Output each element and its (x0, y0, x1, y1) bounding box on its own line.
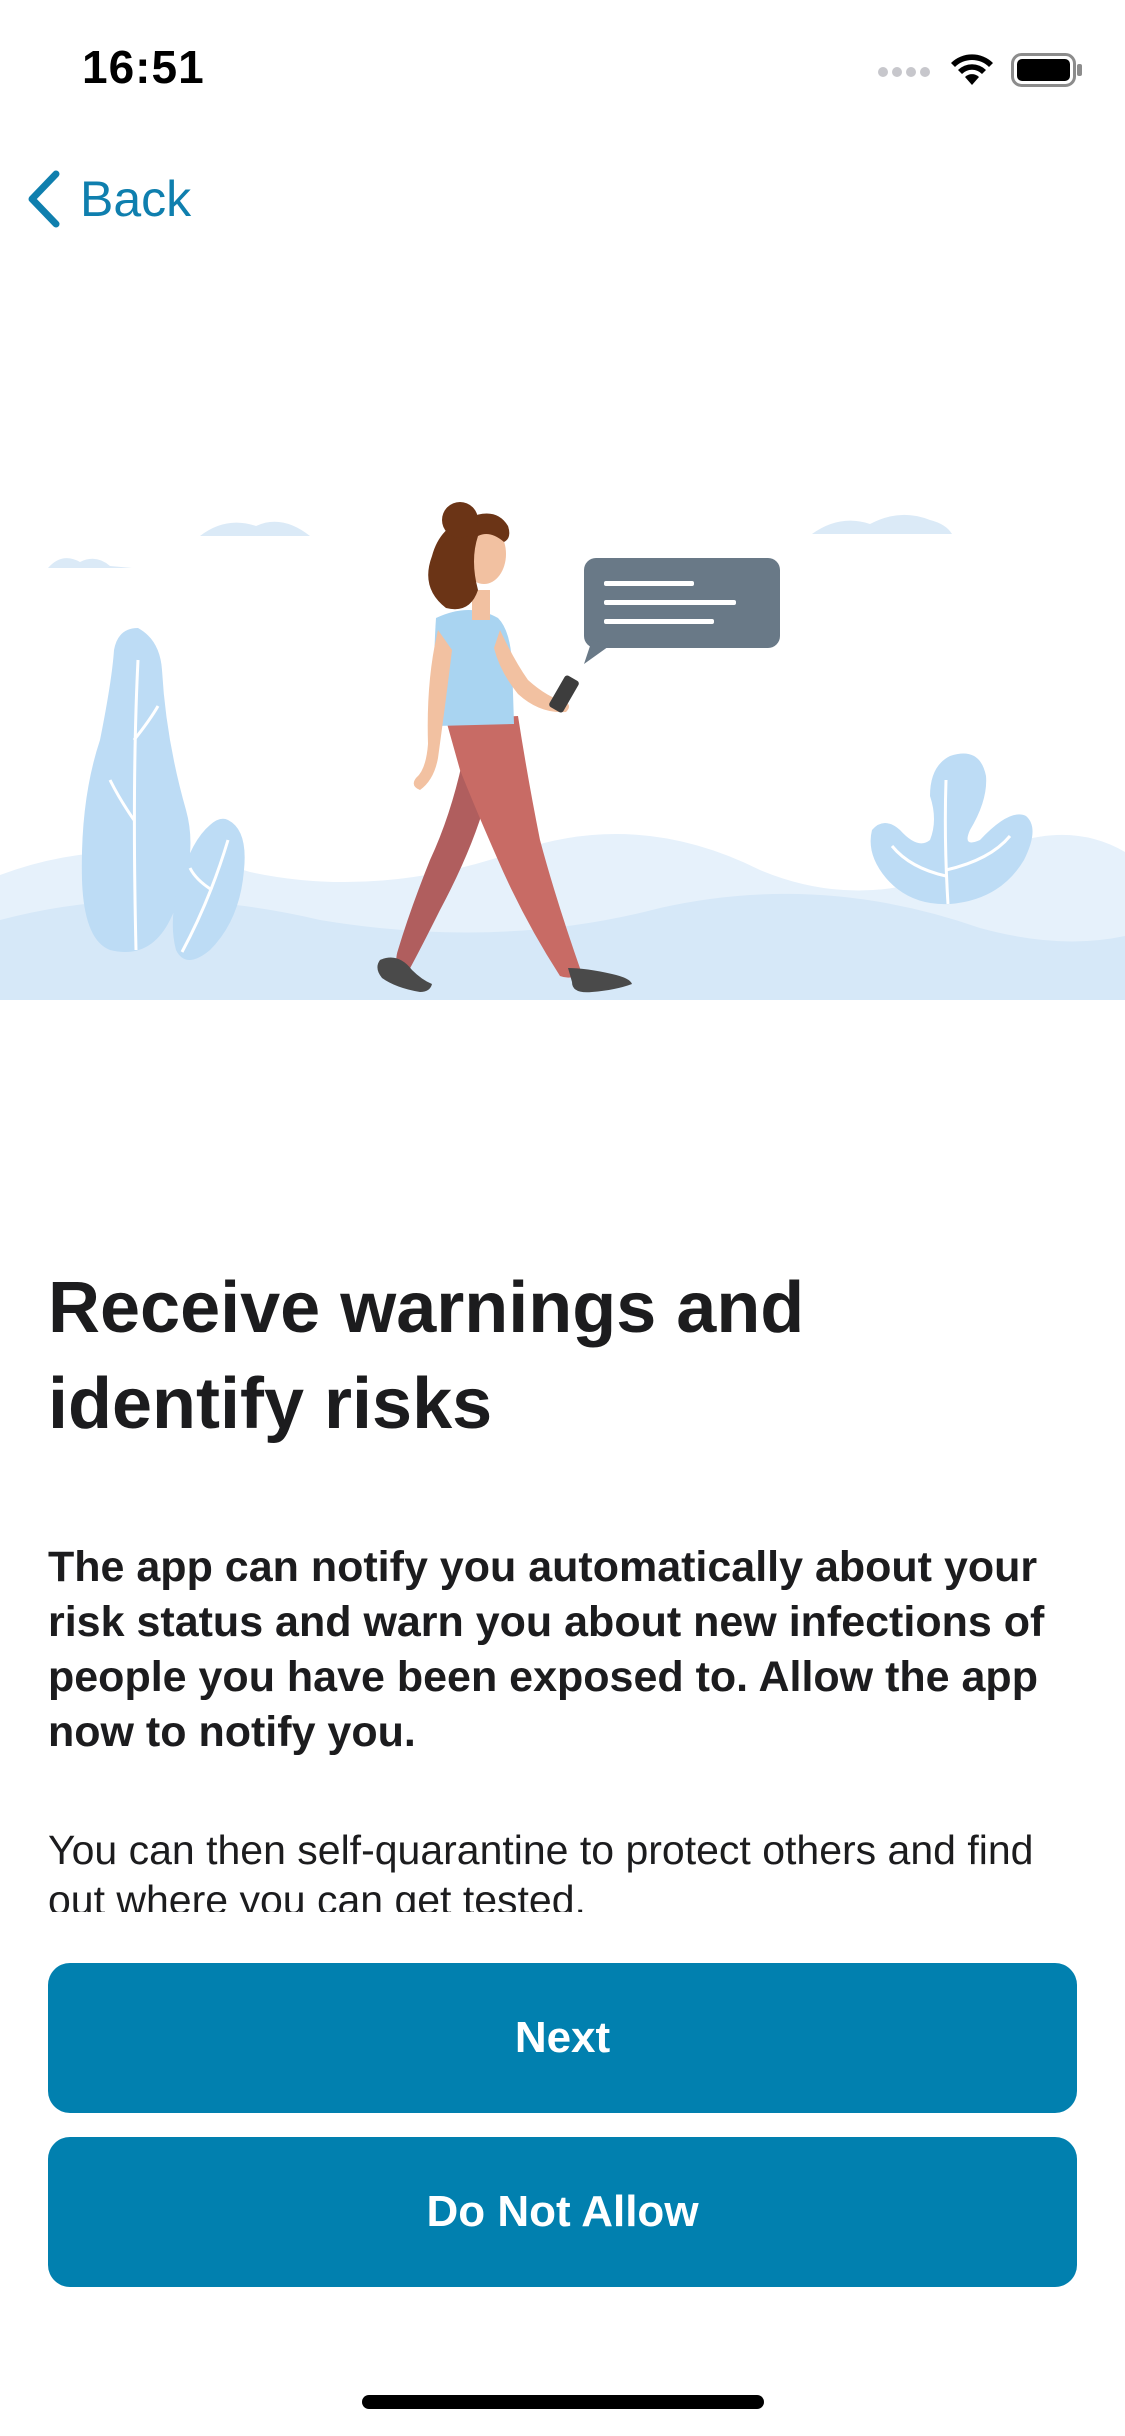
page-title: Receive warnings and identify risks (48, 1268, 805, 1444)
back-button[interactable]: Back (24, 164, 191, 234)
left-plant (81, 628, 245, 960)
woman-walking-with-phone-illustration (0, 502, 1125, 1000)
content-scroll-area[interactable]: Receive warnings and identify risks The … (0, 1200, 1125, 1912)
status-time: 16:51 (82, 41, 205, 93)
detail-text: You can then self-quarantine to protect … (48, 1827, 1034, 1912)
status-bar: 16:51 (0, 0, 1125, 140)
battery-icon (1011, 53, 1082, 87)
message-bubble-icon (584, 558, 780, 664)
next-button[interactable]: Next (48, 1963, 1077, 2113)
chevron-left-icon (28, 170, 60, 228)
home-indicator[interactable] (362, 2395, 764, 2409)
cellular-signal-icon (878, 67, 930, 77)
wifi-icon (951, 54, 993, 85)
status-icons (877, 52, 1083, 88)
intro-text: The app can notify you automatically abo… (48, 1543, 1045, 1756)
do-not-allow-button[interactable]: Do Not Allow (48, 2137, 1077, 2287)
back-label: Back (80, 171, 192, 227)
